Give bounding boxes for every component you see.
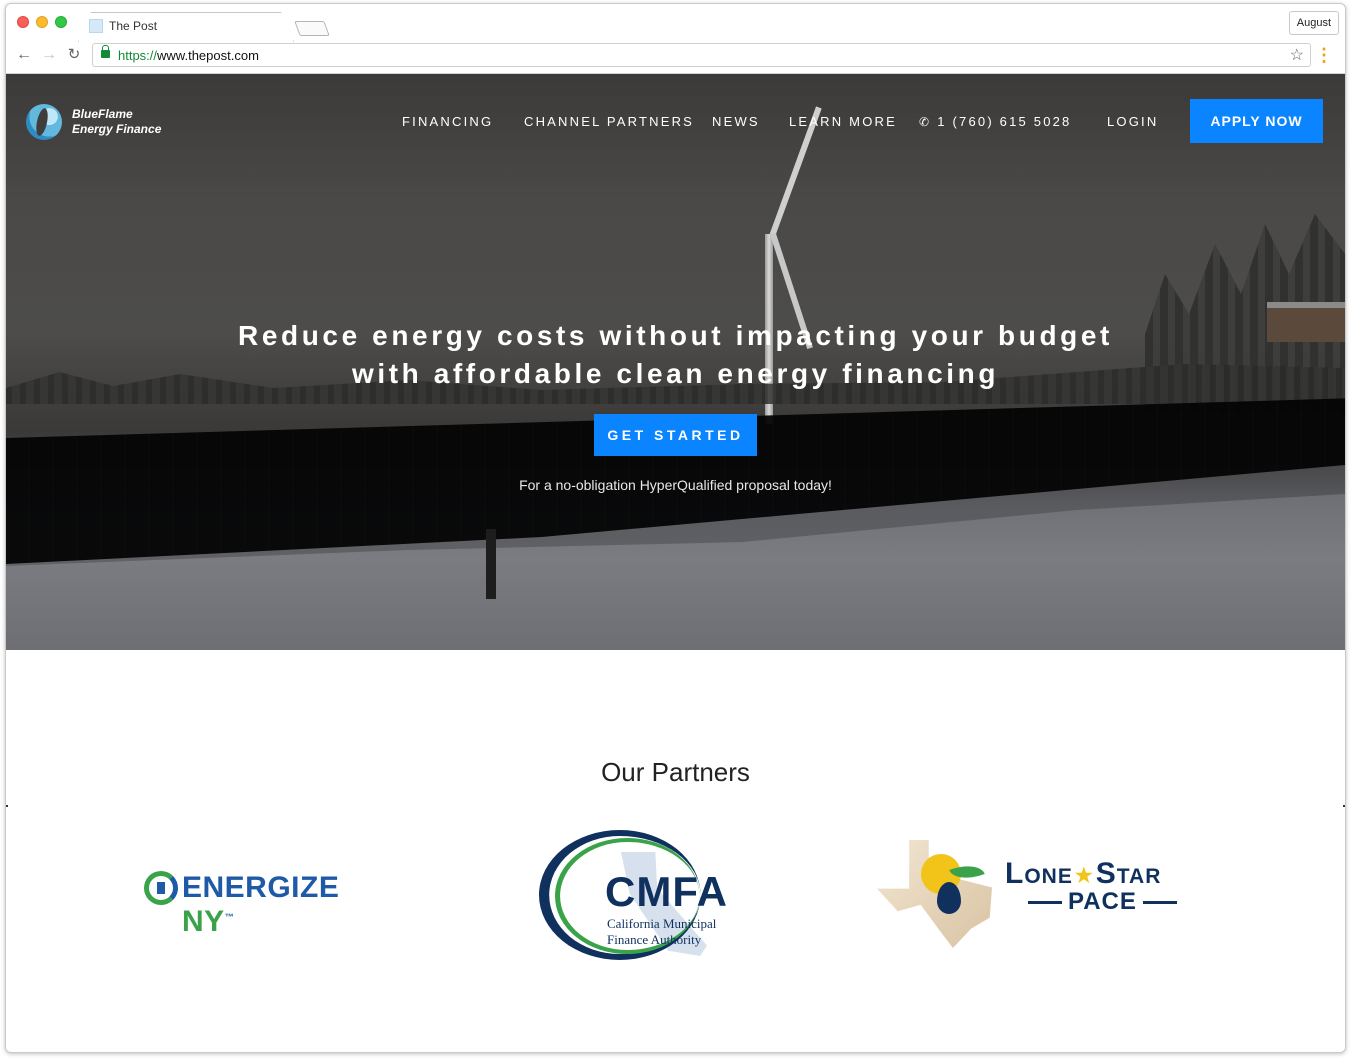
browser-window: The Post August ← → ↻ https://www.thepos… <box>5 3 1346 1053</box>
logo-line1: BlueFlame <box>72 107 133 121</box>
browser-toolbar: The Post August ← → ↻ https://www.thepos… <box>6 4 1345 74</box>
nav-news[interactable]: NEWS <box>712 114 760 129</box>
logo-text: BlueFlame Energy Finance <box>72 107 161 137</box>
close-window-button[interactable] <box>17 16 29 28</box>
energize-ny-text: ENERGIZE NY™ <box>182 871 384 939</box>
panel-post <box>486 529 496 599</box>
lone-star-pace-logo[interactable]: Lone ★Star PACE <box>877 840 1217 950</box>
hero-headline: Reduce energy costs without impacting yo… <box>6 317 1345 393</box>
new-tab-button[interactable] <box>294 21 330 36</box>
section-divider <box>6 805 8 807</box>
nav-channel-partners[interactable]: CHANNEL PARTNERS <box>524 114 694 129</box>
url-text[interactable]: https://www.thepost.com <box>118 48 259 63</box>
cmfa-fullname-line2: Finance Authority <box>607 932 702 947</box>
url-scheme: https:// <box>118 48 158 63</box>
cmfa-fullname: California Municipal Finance Authority <box>607 916 716 948</box>
back-icon[interactable]: ← <box>14 45 34 65</box>
profile-button[interactable]: August <box>1288 11 1339 35</box>
address-bar[interactable]: https://www.thepost.com ☆ <box>92 43 1311 67</box>
hero-headline-line2: with affordable clean energy financing <box>351 358 1000 389</box>
cmfa-fullname-line1: California Municipal <box>607 916 717 931</box>
hero-subtitle: For a no-obligation HyperQualified propo… <box>519 477 832 493</box>
apply-now-button[interactable]: APPLY NOW <box>1190 99 1323 143</box>
tab-title[interactable]: The Post <box>109 19 157 33</box>
phone-icon: ✆ <box>919 115 932 129</box>
trademark-mark: ™ <box>224 912 235 922</box>
get-started-button[interactable]: GET STARTED <box>594 414 757 456</box>
minimize-window-button[interactable] <box>36 16 48 28</box>
forward-icon[interactable]: → <box>39 45 59 65</box>
lone-star-text: Lone ★Star <box>1005 857 1161 891</box>
drop-icon <box>937 882 961 914</box>
phone-number: 1 (760) 615 5028 <box>937 114 1072 129</box>
section-divider <box>1343 805 1345 807</box>
web-page: BlueFlame Energy Finance FINANCING CHANN… <box>6 74 1345 1052</box>
maximize-window-button[interactable] <box>55 16 67 28</box>
lone-word: Lone <box>1005 857 1073 890</box>
nav-login[interactable]: LOGIN <box>1107 114 1158 129</box>
tab-favicon-icon <box>89 19 103 33</box>
flame-logo-icon <box>26 104 62 140</box>
lock-icon <box>101 45 110 58</box>
energize-ny-word: NY <box>182 905 225 938</box>
logo-line2: Energy Finance <box>72 122 162 136</box>
hero-headline-line1: Reduce energy costs without impacting yo… <box>238 320 1113 351</box>
site-logo[interactable]: BlueFlame Energy Finance <box>26 104 196 144</box>
partners-heading: Our Partners <box>601 757 750 787</box>
nav-phone[interactable]: ✆ 1 (760) 615 5028 <box>919 114 1072 129</box>
star-icon[interactable]: ☆ <box>1290 45 1304 65</box>
nav-financing[interactable]: FINANCING <box>402 114 493 129</box>
nav-learn-more[interactable]: LEARN MORE <box>789 114 897 129</box>
reload-icon[interactable]: ↻ <box>64 45 84 65</box>
energize-building-icon <box>144 871 178 905</box>
url-host: www.thepost.com <box>157 48 259 63</box>
star-icon: ★ <box>1074 864 1094 887</box>
pace-text: PACE <box>1022 888 1183 916</box>
hero-section: BlueFlame Energy Finance FINANCING CHANN… <box>6 74 1345 650</box>
energize-word: ENERGIZE <box>182 871 340 904</box>
cmfa-logo[interactable]: CMFA California Municipal Finance Author… <box>539 830 729 960</box>
menu-dots-icon[interactable]: ⋮ <box>1315 45 1333 65</box>
energize-ny-logo[interactable]: ENERGIZE NY™ <box>144 869 384 938</box>
cmfa-acronym: CMFA <box>605 868 728 915</box>
star-word: Star <box>1095 857 1162 890</box>
